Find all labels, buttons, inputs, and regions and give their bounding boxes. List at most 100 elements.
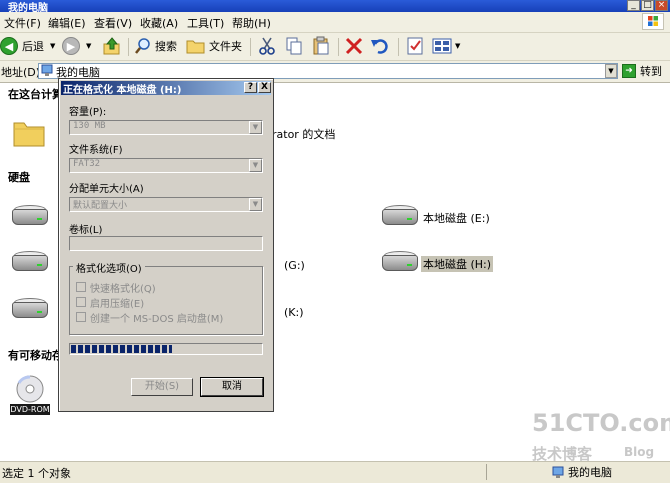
- folder-icon: [186, 40, 205, 54]
- filesystem-select: FAT32 ▼: [69, 158, 263, 173]
- drive-icon[interactable]: [10, 203, 50, 229]
- quick-format-checkbox: [76, 282, 86, 292]
- back-dropdown-icon[interactable]: ▼: [50, 42, 55, 50]
- toolbar-separator: [338, 38, 339, 56]
- status-location: 我的电脑: [552, 464, 612, 480]
- help-button[interactable]: ?: [244, 82, 257, 93]
- minimize-button[interactable]: _: [627, 0, 640, 11]
- toolbar-separator: [250, 38, 251, 56]
- back-label: 后退: [22, 40, 44, 53]
- close-button[interactable]: ×: [655, 0, 668, 11]
- cancel-button[interactable]: 取消: [200, 377, 264, 397]
- filesystem-value: FAT32: [73, 159, 101, 169]
- copy-button[interactable]: [284, 36, 304, 56]
- msdos-startup-label: 创建一个 MS-DOS 启动盘(M): [90, 314, 224, 325]
- filesystem-dropdown-icon: ▼: [249, 159, 262, 172]
- views-button[interactable]: ▼: [432, 36, 460, 56]
- computer-icon: [41, 64, 53, 77]
- up-folder-button[interactable]: [102, 36, 122, 56]
- back-button[interactable]: ◀ 后退 ▼: [0, 36, 55, 56]
- allocation-value: 默认配置大小: [73, 201, 128, 211]
- paste-button[interactable]: [311, 36, 331, 56]
- drive-g-label[interactable]: (G:): [284, 259, 305, 272]
- menu-tools[interactable]: 工具(T): [187, 15, 224, 31]
- dvd-rom-badge: DVD-ROM: [10, 404, 50, 415]
- section-disks-title: 硬盘: [8, 171, 30, 184]
- undo-button[interactable]: [370, 36, 390, 56]
- forward-dropdown-icon[interactable]: ▼: [86, 42, 91, 50]
- drive-e-label[interactable]: 本地磁盘 (E:): [423, 210, 490, 226]
- capacity-value: 130 MB: [73, 121, 106, 131]
- dvd-drive-icon[interactable]: DVD-ROM: [10, 375, 50, 417]
- go-arrow-icon: ➜: [622, 64, 636, 78]
- capacity-select: 130 MB ▼: [69, 120, 263, 135]
- address-input[interactable]: 我的电脑: [38, 63, 618, 79]
- window-titlebar: 我的电脑 _ □ ×: [0, 0, 670, 14]
- search-label: 搜索: [155, 40, 177, 53]
- computer-icon: [552, 466, 564, 478]
- menu-edit[interactable]: 编辑(E): [48, 15, 86, 31]
- format-options-title: 格式化选项(O): [73, 260, 145, 275]
- menu-help[interactable]: 帮助(H): [232, 15, 271, 31]
- capacity-dropdown-icon: ▼: [249, 121, 262, 134]
- address-dropdown-icon[interactable]: ▼: [605, 64, 617, 78]
- shared-folder-icon[interactable]: [12, 117, 46, 149]
- toolbar-separator: [398, 38, 399, 56]
- views-grid-icon: [432, 38, 452, 54]
- toolbar-separator: [128, 38, 129, 56]
- compression-checkbox: [76, 297, 86, 307]
- format-dialog: 正在格式化 本地磁盘 (H:) ? X 容量(P): 130 MB ▼ 文件系统…: [58, 78, 274, 412]
- forward-button[interactable]: ▶ ▼: [62, 36, 91, 56]
- menu-view[interactable]: 查看(V): [94, 15, 132, 31]
- section-shared-title: 在这台计算: [8, 88, 63, 101]
- views-dropdown-icon[interactable]: ▼: [455, 42, 460, 50]
- drive-k-label[interactable]: (K:): [284, 306, 304, 319]
- delete-button[interactable]: [344, 36, 364, 56]
- watermark-site: 51CTO.com: [532, 409, 670, 437]
- properties-button[interactable]: [405, 36, 425, 56]
- delete-x-icon: [345, 37, 363, 55]
- folders-button[interactable]: 文件夹: [186, 36, 242, 56]
- allocation-label: 分配单元大小(A): [69, 184, 144, 195]
- compression-label: 启用压缩(E): [90, 299, 145, 310]
- toolbar: ◀ 后退 ▼ ▶ ▼ 搜索 文件夹 ▼: [0, 33, 670, 61]
- allocation-select: 默认配置大小 ▼: [69, 197, 263, 212]
- shared-docs-label[interactable]: rator 的文档: [272, 126, 335, 142]
- drive-icon[interactable]: [10, 296, 50, 322]
- back-arrow-icon: ◀: [0, 37, 18, 55]
- go-button[interactable]: ➜ 转到: [622, 63, 662, 79]
- capacity-label: 容量(P):: [69, 107, 107, 118]
- status-selection-text: 选定 1 个对象: [2, 467, 71, 480]
- menu-file[interactable]: 文件(F): [4, 15, 41, 31]
- allocation-dropdown-icon: ▼: [249, 198, 262, 211]
- dialog-title: 正在格式化 本地磁盘 (H:): [63, 85, 182, 96]
- drive-e-icon[interactable]: [380, 203, 420, 229]
- copy-icon: [286, 37, 302, 55]
- properties-icon: [407, 37, 423, 55]
- dialog-titlebar: 正在格式化 本地磁盘 (H:) ? X: [61, 81, 271, 96]
- status-bar: 选定 1 个对象 我的电脑: [0, 461, 670, 483]
- undo-icon: [371, 39, 388, 54]
- paste-icon: [313, 36, 329, 55]
- dialog-close-button[interactable]: X: [258, 82, 271, 93]
- search-button[interactable]: 搜索: [134, 36, 177, 56]
- address-label: 地址(D): [1, 66, 41, 79]
- maximize-button[interactable]: □: [641, 0, 654, 11]
- status-location-text: 我的电脑: [568, 466, 612, 479]
- drive-h-label[interactable]: 本地磁盘 (H:): [421, 256, 494, 272]
- section-removable-title: 有可移动存: [8, 349, 63, 362]
- watermark-blog: Blog: [624, 445, 655, 459]
- drive-icon[interactable]: [10, 249, 50, 275]
- cut-button[interactable]: [257, 36, 277, 56]
- menubar: 文件(F) 编辑(E) 查看(V) 收藏(A) 工具(T) 帮助(H): [0, 12, 670, 33]
- format-progress-bar: [69, 343, 263, 355]
- windows-logo-icon: [642, 13, 664, 30]
- format-progress-fill: [71, 345, 172, 353]
- start-button: 开始(S): [131, 378, 193, 396]
- up-folder-icon: [103, 37, 120, 55]
- menu-favorites[interactable]: 收藏(A): [140, 15, 178, 31]
- go-label: 转到: [640, 65, 662, 78]
- filesystem-label: 文件系统(F): [69, 145, 123, 156]
- drive-h-icon[interactable]: [380, 249, 420, 275]
- folders-label: 文件夹: [209, 40, 242, 53]
